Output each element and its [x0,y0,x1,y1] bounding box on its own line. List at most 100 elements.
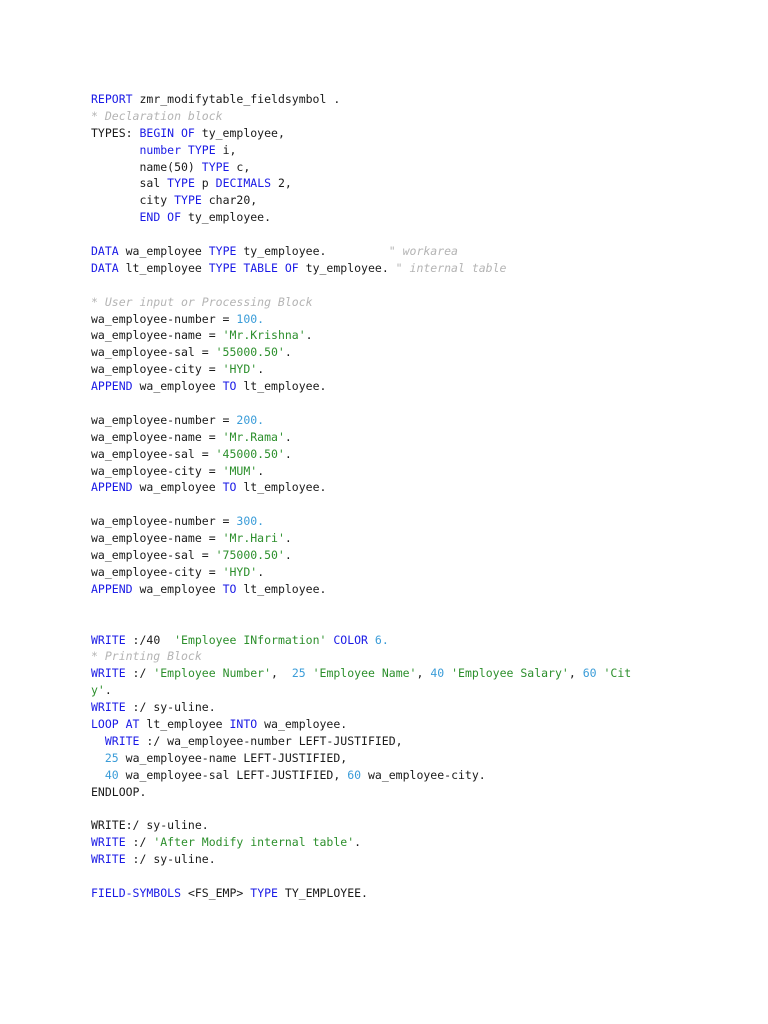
code-text: , [416,666,431,681]
code-line: * Declaration block [91,108,711,125]
keyword-token: WRITE [104,733,140,748]
code-line: WRITE :/40 'Employee INformation' COLOR … [91,632,711,649]
code-text: :/ wa_employee-number LEFT-JUSTIFIED, [139,733,403,748]
keyword-token: COLOR [333,632,368,647]
code-text: :/ [125,835,154,850]
string-token: 'Employee Salary' [451,666,569,681]
code-line: wa_employee-name = 'Mr.Hari'. [91,530,711,547]
code-text: . [284,446,292,461]
code-text: ty_employee. [236,244,389,259]
code-text: TYPES: [91,125,140,140]
code-text: wa_employee. [257,716,348,731]
code-text: . [257,463,265,478]
code-text: lt_employee. [236,480,327,495]
code-text: ty_employee. [181,210,272,225]
code-text: . [257,564,265,579]
code-text: :/ sy-uline. [125,700,216,715]
code-line: * Printing Block [91,648,711,665]
code-line: y'. [91,682,711,699]
code-document: REPORT zmr_modifytable_fieldsymbol . * De… [91,91,711,902]
code-text: wa_employee-city = [91,463,223,478]
code-line: wa_employee-name = 'Mr.Rama'. [91,429,711,446]
keyword-token: BEGIN OF [139,125,195,140]
code-text: . [284,345,292,360]
number-token: 60 [582,666,597,681]
number-token: 200. [236,412,265,427]
code-text: ty_employee, [194,125,285,140]
string-token: 'HYD' [222,362,258,377]
code-line: wa_employee-number = 300. [91,513,711,530]
keyword-token: APPEND [91,379,133,394]
code-text: wa_employee-city = [91,362,223,377]
keyword-token: WRITE [91,835,126,850]
keyword-token: WRITE [91,632,126,647]
string-token: 'Mr.Hari' [222,531,285,546]
code-text: . [104,683,112,698]
code-text: wa_employee [132,480,223,495]
code-line: APPEND wa_employee TO lt_employee. [91,378,711,395]
code-line: wa_employee-number = 100. [91,311,711,328]
code-line: number TYPE i, [91,142,711,159]
code-line: WRITE:/ sy-uline. [91,817,711,834]
code-text: wa_employee-number = [91,514,237,529]
keyword-token: number TYPE [139,142,216,157]
code-line: APPEND wa_employee TO lt_employee. [91,479,711,496]
string-token: 'HYD' [222,564,258,579]
code-line: city TYPE char20, [91,192,711,209]
code-text: wa_employee-sal = [91,548,216,563]
code-text: sal [91,176,168,191]
code-text: lt_employee [139,716,230,731]
code-line: WRITE :/ 'Employee Number', 25 'Employee… [91,665,711,682]
keyword-token: WRITE [91,852,126,867]
code-line: * User input or Processing Block [91,294,711,311]
comment-token: * Printing Block [91,649,202,664]
number-token: 60 [347,767,362,782]
code-text: . [305,328,313,343]
code-line: WRITE :/ sy-uline. [91,699,711,716]
string-token: '45000.50' [215,446,285,461]
code-line: wa_employee-sal = '45000.50'. [91,446,711,463]
keyword-token: TYPE [208,244,237,259]
string-token: 'MUM' [222,463,258,478]
code-text: wa_employee-name = [91,429,223,444]
code-line: 25 wa_employee-name LEFT-JUSTIFIED, [91,750,711,767]
code-text: city [91,193,175,208]
code-text: ENDLOOP. [91,784,147,799]
code-text: wa_employee-name = [91,328,223,343]
keyword-token: TO [222,581,237,596]
comment-token: " internal table [395,260,507,275]
keyword-token: APPEND [91,581,133,596]
keyword-token: TO [222,480,237,495]
code-text: wa_employee-number = [91,412,237,427]
code-line: APPEND wa_employee TO lt_employee. [91,581,711,598]
code-text: wa_employee [118,244,209,259]
number-token: 40 [104,767,119,782]
code-text: wa_employee [132,379,223,394]
code-line: FIELD-SYMBOLS <FS_EMP> TYPE TY_EMPLOYEE. [91,885,711,902]
code-line: wa_employee-city = 'HYD'. [91,564,711,581]
code-text: lt_employee. [236,581,327,596]
code-text: wa_employee-city = [91,564,223,579]
code-text: :/ [125,666,154,681]
code-text: . [284,548,292,563]
comment-token: " workarea [388,244,458,259]
code-line: wa_employee-sal = '75000.50'. [91,547,711,564]
string-token: 'Mr.Rama' [222,429,285,444]
code-line: wa_employee-name = 'Mr.Krishna'. [91,327,711,344]
code-text: <FS_EMP> [181,885,251,900]
code-text: wa_employee-name LEFT-JUSTIFIED, [118,750,348,765]
string-token: 'Employee INformation' [174,632,327,647]
string-token: 'Cit [603,666,632,681]
code-text: . [354,835,362,850]
code-text: wa_employee-name = [91,531,223,546]
keyword-token: DATA [91,260,119,275]
code-text: c, [229,159,251,174]
